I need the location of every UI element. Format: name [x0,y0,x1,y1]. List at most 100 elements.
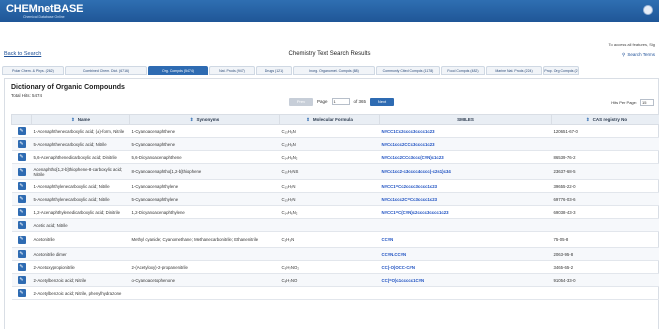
table-row[interactable]: ✎ 1,2-Acenaphthylenedicarboxylic acid; D… [11,205,659,219]
smiles-link[interactable]: N#Cc1ccc2C=Cc3cccc1c23 [379,192,552,206]
prev-page-button[interactable]: Prev [289,97,313,106]
smiles-link[interactable] [379,286,552,300]
smiles-link[interactable]: N#CC1=Cc2cccc3cccc1c23 [379,179,552,193]
formula-cell: C₂H₃N [279,231,380,248]
cas-cell: 86539-76-2 [551,150,659,164]
col-cas-header[interactable]: ⇕ CAS registry No [551,114,659,125]
formula-cell: C₁₃H₉N [279,137,380,151]
edit-cell: ✎ [11,260,32,274]
tab-inorg-organomet[interactable]: Inorg. Organomet. Compds (88) [293,66,375,75]
name-cell: 1-Acenaphthenecarboxylic acid; (±)-form,… [31,124,130,138]
edit-icon[interactable]: ✎ [17,250,26,258]
edit-icon[interactable]: ✎ [17,153,26,161]
brand-logo[interactable]: CHEMnetBASE [6,3,83,15]
tab-prop-org-compds[interactable]: Prop. Org Compds (2 [543,66,579,75]
user-icon[interactable] [643,5,653,15]
col-name-header[interactable]: ⇕ Name [31,114,130,125]
table-row[interactable]: ✎ Acetic acid; Nitrile [11,218,659,232]
edit-icon[interactable]: ✎ [17,127,26,135]
table-row[interactable]: ✎ 2-Acetylbenzoic acid; Nitrile o-Cyanoa… [11,273,659,287]
sort-icon: ⇕ [70,116,75,122]
smiles-link[interactable]: CC#N.CC#N [379,247,552,261]
col-edit-header [11,114,32,125]
name-cell: Acetonitrile [31,231,130,248]
formula-cell: C₁₃H₉N [279,124,380,138]
synonyms-cell: 5-Cyanoacenaphthylene [129,192,280,206]
hits-per-page-select[interactable]: 15 [640,99,654,106]
smiles-link[interactable]: N#CC1Cc2cccc3cccc1c23 [379,124,552,138]
total-hits: Total Hits: 5474 [11,93,43,98]
edit-icon[interactable]: ✎ [17,140,26,148]
synonyms-cell: o-Cyanoacetophenone [129,273,280,287]
formula-cell [279,247,380,261]
tab-commonly-cited[interactable]: Commonly Cited Compds (1178) [376,66,440,75]
name-cell: 1-Acenaphthylenecarboxylic acid; Nitrile [31,179,130,193]
edit-icon[interactable]: ✎ [17,195,26,203]
synonyms-cell: 5,6-Dicyanoacenaphthene [129,150,280,164]
col-formula-header[interactable]: ⇕ Molecular Formula [279,114,380,125]
tab-combined-chem-dict[interactable]: Combined Chem. Dict. (6716) [65,66,147,75]
smiles-link[interactable] [379,218,552,232]
search-terms-link[interactable]: ⚲ Search Terms [622,52,655,58]
hits-per-page-label: Hits Per Page: [611,100,637,105]
edit-cell: ✎ [11,163,32,180]
table-row[interactable]: ✎ 5,6-Acenaphthenedicarboxylic acid; Din… [11,150,659,164]
edit-cell: ✎ [11,150,32,164]
col-name-label: Name [77,116,91,122]
tab-org-compds[interactable]: Org. Compds (5474) [148,66,208,75]
smiles-link[interactable]: CC(=O)c1ccccc1C#N [379,273,552,287]
smiles-link[interactable]: CC(-O)OCC-C#N [379,260,552,274]
edit-icon[interactable]: ✎ [17,221,26,229]
sort-icon: ⇕ [585,116,590,122]
synonyms-cell: 1-Cyanoacenaphthylene [129,179,280,193]
table-row[interactable]: ✎ Acetonitrile Methyl cyanide; Cyanometh… [11,231,659,248]
formula-cell: C₁₃H₇N [279,179,380,193]
cas-cell: 120651-67-0 [551,124,659,138]
name-cell: Acetonitrile dimer [31,247,130,261]
table-row[interactable]: ✎ Acenaphtho[1,2-b]thiophene-8-carboxyli… [11,163,659,180]
pagination: Prev Page 1 of 365 Next [289,97,395,106]
edit-icon[interactable]: ✎ [17,182,26,190]
edit-cell: ✎ [11,179,32,193]
edit-icon[interactable]: ✎ [17,167,26,176]
table-row[interactable]: ✎ 1-Acenaphthenecarboxylic acid; (±)-for… [11,124,659,138]
access-notice[interactable]: To access all features, Sig [609,42,655,47]
col-synonyms-label: Synonyms [196,116,220,122]
edit-cell: ✎ [11,218,32,232]
synonyms-cell [129,218,280,232]
smiles-link[interactable]: N#CC1=C(C#N)c2cccc3cccc1c23 [379,205,552,219]
col-cas-label: CAS registry No [592,116,628,122]
table-row[interactable]: ✎ Acetonitrile dimer CC#N.CC#N 2063-95-8 [11,247,659,261]
page-number-input[interactable]: 1 [331,98,350,105]
edit-icon[interactable]: ✎ [17,263,26,271]
name-cell: 1,2-Acenaphthylenedicarboxylic acid; Din… [31,205,130,219]
tab-polar-chem[interactable]: Polar Chem. & Phys. (262) [2,66,64,75]
cas-cell: 39655-22-0 [551,179,659,193]
table-row[interactable]: ✎ 5-Acenaphthenecarboxylic acid; Nitrile… [11,137,659,151]
formula-cell: C₁₄H₆N₂ [279,205,380,219]
table-row[interactable]: ✎ 2-Acetylbenzoic acid; Nitrile, phenylh… [11,286,659,300]
col-synonyms-header[interactable]: ⇕ Synonyms [129,114,280,125]
tab-drugs[interactable]: Drugs (121) [256,66,292,75]
next-page-button[interactable]: Next [370,97,395,106]
edit-icon[interactable]: ✎ [17,235,26,244]
hits-per-page: Hits Per Page: 15 [611,99,654,106]
edit-icon[interactable]: ✎ [17,289,26,297]
cas-cell: 75-05-8 [551,231,659,248]
smiles-link[interactable]: N#Cc1ccc2CCc3cccc1c23 [379,137,552,151]
tab-food-compds[interactable]: Food Compds (482) [441,66,485,75]
smiles-link[interactable]: N#Cc1cc2CCc3ccc(C#N)c1c23 [379,150,552,164]
tab-marine-nat-prods[interactable]: Marine Nat. Prods (224) [486,66,542,75]
table-row[interactable]: ✎ 5-Acenaphthylenecarboxylic acid; Nitri… [11,192,659,206]
formula-cell [279,286,380,300]
edit-icon[interactable]: ✎ [17,276,26,284]
edit-icon[interactable]: ✎ [17,208,26,216]
name-cell: Acetic acid; Nitrile [31,218,130,232]
tab-nat-prods[interactable]: Nat. Prods (947) [209,66,255,75]
smiles-link[interactable]: N#Cc1cc2-c3cccc4cccc(-c2s1)c34 [379,163,552,180]
table-row[interactable]: ✎ 1-Acenaphthylenecarboxylic acid; Nitri… [11,179,659,193]
page-label: Page [317,99,328,104]
name-cell: 5,6-Acenaphthenedicarboxylic acid; Dinit… [31,150,130,164]
table-row[interactable]: ✎ 2-Acetoxypropionitrile 2-(Acetyloxy)-2… [11,260,659,274]
smiles-link[interactable]: CC#N [379,231,552,248]
